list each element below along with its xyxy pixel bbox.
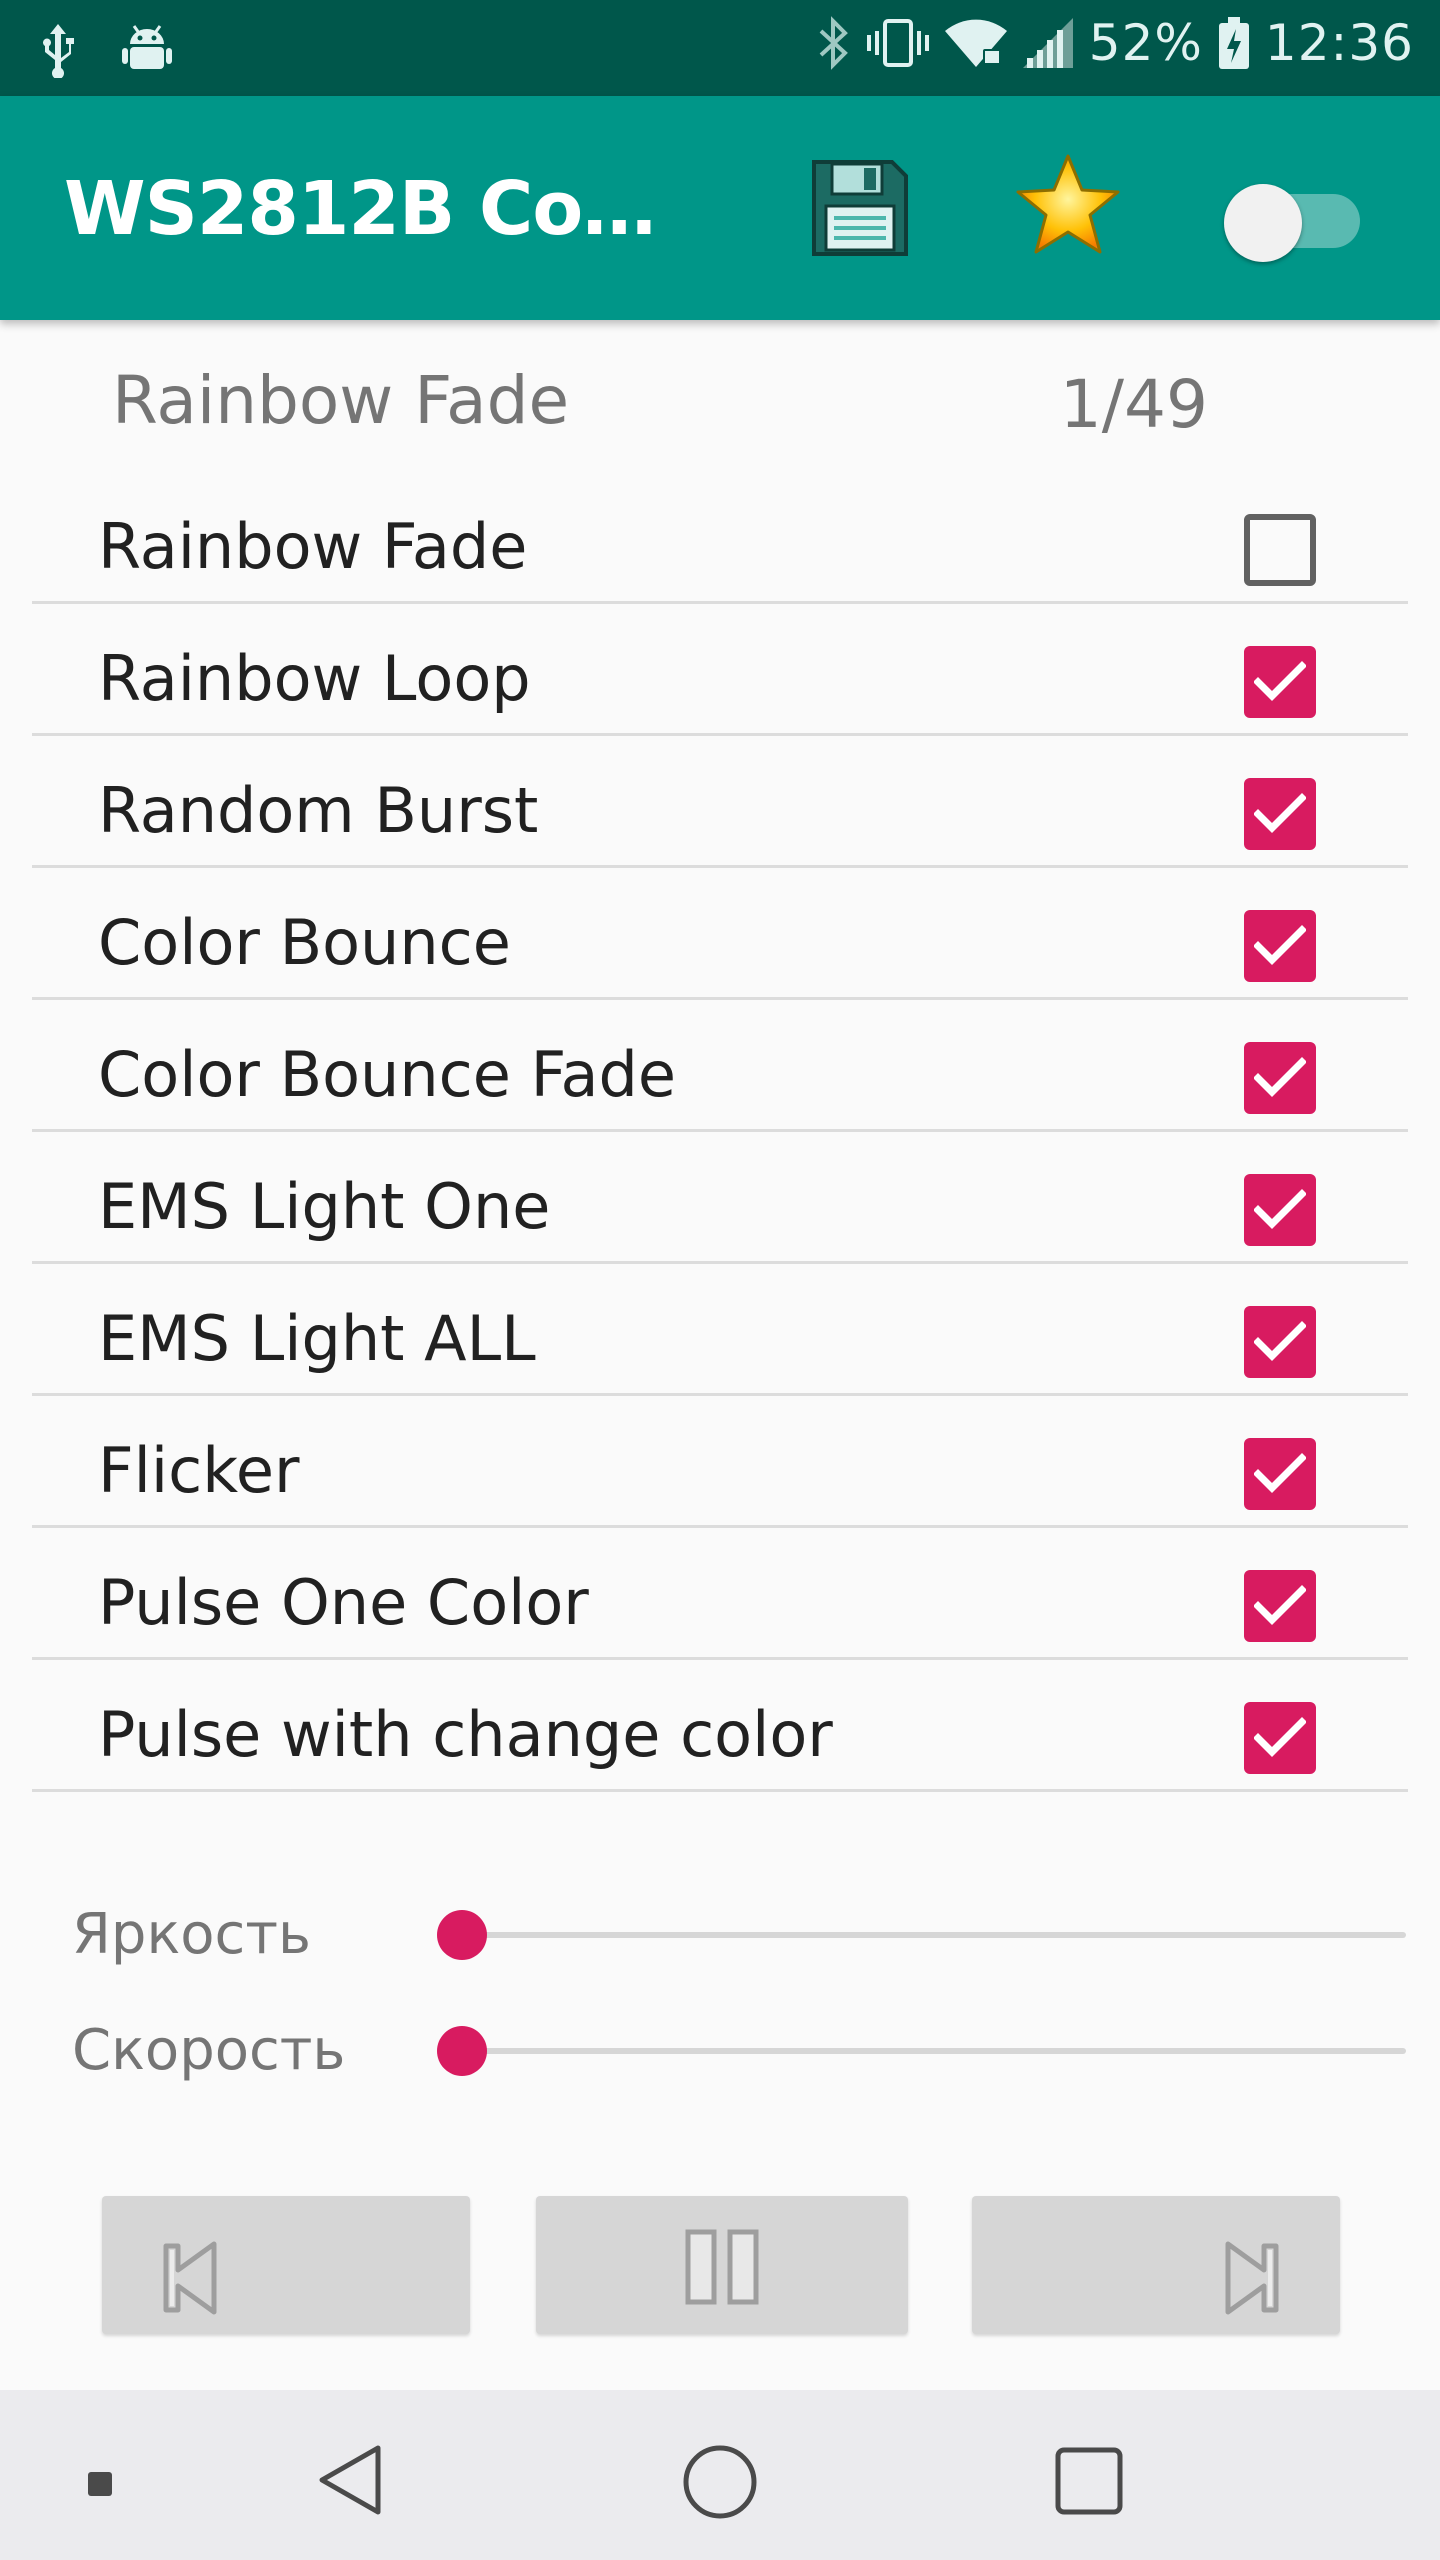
- brightness-label: Яркость: [72, 1902, 311, 1967]
- effect-row[interactable]: Rainbow Loop: [32, 604, 1408, 736]
- brightness-slider[interactable]: [437, 1910, 1406, 1960]
- effect-row[interactable]: Random Burst: [32, 736, 1408, 868]
- app-title: WS2812B Controller: [64, 166, 704, 252]
- effect-checkbox[interactable]: [1244, 1438, 1316, 1510]
- checkmark-icon: [1254, 1057, 1306, 1097]
- effect-checkbox[interactable]: [1244, 1042, 1316, 1114]
- status-bar: 52% 12:36: [0, 0, 1440, 96]
- effect-checkbox[interactable]: [1244, 1174, 1316, 1246]
- checkmark-icon: [1254, 925, 1306, 965]
- effect-checkbox[interactable]: [1244, 1570, 1316, 1642]
- effect-checkbox[interactable]: [1244, 1702, 1316, 1774]
- effect-label: Rainbow Fade: [98, 510, 528, 583]
- effect-row[interactable]: Color Bounce: [32, 868, 1408, 1000]
- effect-row[interactable]: Rainbow Fade: [32, 472, 1408, 604]
- effect-label: Pulse with change color: [98, 1698, 833, 1771]
- speed-label: Скорость: [72, 2018, 346, 2083]
- power-switch[interactable]: [1224, 176, 1360, 262]
- star-icon: [1012, 154, 1124, 264]
- effect-checkbox[interactable]: [1244, 514, 1316, 586]
- effect-label: Flicker: [98, 1434, 300, 1507]
- effect-row[interactable]: EMS Light One: [32, 1132, 1408, 1264]
- effect-row[interactable]: Pulse with change color: [32, 1660, 1408, 1792]
- next-button[interactable]: [972, 2196, 1340, 2334]
- effect-row[interactable]: EMS Light ALL: [32, 1264, 1408, 1396]
- effect-row[interactable]: Pulse One Color: [32, 1528, 1408, 1660]
- previous-button[interactable]: [102, 2196, 470, 2334]
- mode-counter: 1/49: [1059, 366, 1208, 443]
- battery-percent: 52%: [1088, 14, 1203, 72]
- checkmark-icon: [1254, 1453, 1306, 1493]
- checkmark-icon: [1254, 1321, 1306, 1361]
- speed-slider[interactable]: [437, 2026, 1406, 2076]
- save-icon: [808, 160, 912, 264]
- wifi-icon: [944, 17, 1007, 69]
- clock: 12:36: [1264, 14, 1414, 72]
- checkmark-icon: [1254, 793, 1306, 833]
- navigation-bar: [0, 2390, 1440, 2560]
- switch-thumb: [1224, 184, 1302, 262]
- effect-label: EMS Light One: [98, 1170, 551, 1243]
- effect-list: Rainbow Fade Rainbow Loop Random Burst Colo…: [32, 472, 1408, 1792]
- effect-label: Pulse One Color: [98, 1566, 589, 1639]
- effect-checkbox[interactable]: [1244, 646, 1316, 718]
- checkmark-icon: [1254, 1189, 1306, 1229]
- speed-slider-thumb[interactable]: [437, 2026, 487, 2076]
- checkmark-icon: [1254, 661, 1306, 701]
- favorite-button[interactable]: [1012, 152, 1124, 260]
- effect-label: EMS Light ALL: [98, 1302, 536, 1375]
- brightness-slider-thumb[interactable]: [437, 1910, 487, 1960]
- app-bar: WS2812B Controller: [0, 96, 1440, 320]
- current-mode-name: Rainbow Fade: [112, 362, 570, 439]
- effect-label: Color Bounce: [98, 906, 511, 979]
- usb-icon: [38, 22, 78, 78]
- effect-label: Rainbow Loop: [98, 642, 531, 715]
- speed-slider-row: Скорость: [72, 2010, 1406, 2090]
- effect-row[interactable]: Flicker: [32, 1396, 1408, 1528]
- effect-checkbox[interactable]: [1244, 778, 1316, 850]
- brightness-slider-row: Яркость: [72, 1894, 1406, 1974]
- effect-checkbox[interactable]: [1244, 910, 1316, 982]
- bluetooth-icon: [817, 15, 851, 71]
- pause-button[interactable]: [536, 2196, 908, 2334]
- effect-checkbox[interactable]: [1244, 1306, 1316, 1378]
- effect-label: Color Bounce Fade: [98, 1038, 677, 1111]
- android-debug-icon: [122, 22, 172, 78]
- vibrate-icon: [866, 15, 929, 71]
- save-button[interactable]: [808, 156, 912, 260]
- checkmark-icon: [1254, 1585, 1306, 1625]
- effect-label: Random Burst: [98, 774, 539, 847]
- effect-row[interactable]: Color Bounce Fade: [32, 1000, 1408, 1132]
- checkmark-icon: [1254, 1717, 1306, 1757]
- battery-charging-icon: [1218, 15, 1249, 71]
- signal-icon: [1022, 18, 1073, 68]
